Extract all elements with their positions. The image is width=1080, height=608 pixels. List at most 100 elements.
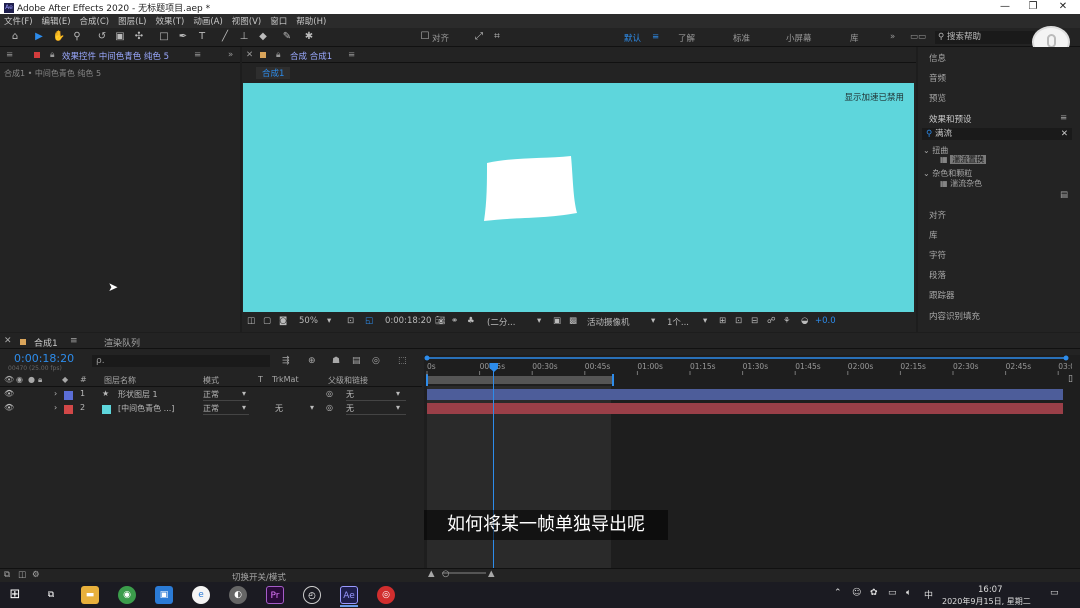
- comp-subtab[interactable]: 合成1: [256, 67, 291, 79]
- view-options-icon[interactable]: ▢: [263, 316, 271, 326]
- app-icon[interactable]: ◐: [229, 586, 247, 604]
- panel-info[interactable]: 信息: [929, 52, 946, 64]
- after-effects-icon[interactable]: Ae: [340, 586, 358, 604]
- task-view-icon[interactable]: ⧉: [42, 586, 60, 604]
- graph-editor-icon[interactable]: ⬚: [398, 356, 407, 366]
- trkmat-arrow-icon[interactable]: ▾: [310, 403, 314, 412]
- parent-arrow-icon[interactable]: ▾: [396, 389, 400, 398]
- clock-app-icon[interactable]: ◴: [303, 586, 321, 604]
- tray-app-icon[interactable]: ✿: [870, 588, 878, 598]
- panel-paragraph[interactable]: 段落: [929, 269, 946, 281]
- zoom-level[interactable]: 50%: [299, 316, 318, 326]
- tree-leaf-turbulent-noise[interactable]: ▦ 湍流杂色: [940, 178, 982, 189]
- layer-color-swatch[interactable]: [64, 391, 73, 400]
- zoom-tool-icon[interactable]: ⚲: [70, 30, 84, 44]
- tab-menu-icon[interactable]: ≡: [194, 50, 201, 60]
- new-preset-icon[interactable]: ▤: [1060, 190, 1068, 200]
- composition-tab[interactable]: 合成 合成1: [290, 50, 332, 62]
- notification-icon[interactable]: ▭: [1050, 588, 1059, 598]
- taskbar-time[interactable]: 16:07: [978, 585, 1003, 595]
- panel-align[interactable]: 对齐: [929, 209, 946, 221]
- workspace-menu-icon[interactable]: ≡: [652, 32, 659, 42]
- expand-arrow-icon[interactable]: ›: [54, 389, 57, 398]
- roto-brush-tool-icon[interactable]: ✎: [280, 30, 294, 44]
- panel-audio[interactable]: 音频: [929, 72, 946, 84]
- motion-blur-icon[interactable]: ◎: [372, 356, 380, 366]
- panel-library[interactable]: 库: [929, 229, 938, 241]
- workspace-standard[interactable]: 标准: [733, 32, 750, 44]
- render-time-icon[interactable]: ⚙: [32, 570, 40, 580]
- align-checkbox-icon[interactable]: ☐: [418, 30, 432, 44]
- puppet-tool-icon[interactable]: ✱: [302, 30, 316, 44]
- layer-switches-icon[interactable]: ⧉: [4, 570, 10, 580]
- timeline-timecode[interactable]: 0:00:18:20: [14, 352, 74, 365]
- layer-bar[interactable]: [427, 403, 1063, 414]
- tray-person-icon[interactable]: ☺: [852, 588, 861, 598]
- rectangle-tool-icon[interactable]: □: [157, 30, 171, 44]
- zoom-slider-knob-icon[interactable]: ○: [442, 569, 449, 579]
- pickwhip-icon[interactable]: ◎: [326, 389, 333, 398]
- clone-stamp-tool-icon[interactable]: ⊥: [237, 30, 251, 44]
- effects-presets-title[interactable]: 效果和预设: [929, 113, 972, 125]
- snapshot-toggle-icon[interactable]: ◫: [247, 316, 255, 326]
- tray-expand-icon[interactable]: ⌃: [834, 588, 842, 598]
- snap-icon[interactable]: ⤢: [472, 30, 486, 44]
- menu-effect[interactable]: 效果(T): [156, 15, 185, 27]
- resolution-dropdown[interactable]: (二分...: [487, 316, 515, 328]
- layer-trkmat[interactable]: 无: [275, 403, 283, 414]
- mode-arrow-icon[interactable]: ▾: [242, 389, 246, 398]
- netease-music-icon[interactable]: ◎: [377, 586, 395, 604]
- brush-tool-icon[interactable]: ╱: [218, 30, 232, 44]
- resolution-arrow-icon[interactable]: ▾: [537, 316, 541, 326]
- lock-icon[interactable]: 🔒︎: [50, 50, 55, 60]
- panel-menu-icon[interactable]: ≡: [6, 50, 13, 60]
- close-button[interactable]: ✕: [1048, 0, 1078, 14]
- clear-search-icon[interactable]: ✕: [1061, 128, 1068, 140]
- windows-start-icon[interactable]: ⊞: [6, 586, 24, 604]
- menu-view[interactable]: 视图(V): [232, 15, 261, 27]
- more-workspaces-icon[interactable]: »: [890, 32, 895, 42]
- layer-bar[interactable]: [427, 389, 1063, 400]
- layer-color-swatch[interactable]: [64, 405, 73, 414]
- layer-row-2[interactable]: 👁︎ › 2 [中间色青色 ...] 正常 ▾ 无 ▾ ◎ 无 ▾: [0, 403, 410, 416]
- comp-flowchart-icon[interactable]: ⇶: [282, 356, 290, 366]
- panel-layout-icon[interactable]: ▭▭: [910, 32, 926, 42]
- type-tool-icon[interactable]: T: [195, 30, 209, 44]
- hand-tool-icon[interactable]: ✋: [52, 30, 66, 44]
- chrome-icon[interactable]: ◉: [118, 586, 136, 604]
- expand-panels-icon[interactable]: »: [228, 50, 233, 60]
- premiere-icon[interactable]: Pr: [266, 586, 284, 604]
- effects-menu-icon[interactable]: ≡: [1060, 113, 1067, 123]
- color-channel-icon[interactable]: ♣: [467, 316, 475, 326]
- effect-controls-tab[interactable]: 效果控件 中间色青色 纯色 5: [62, 50, 169, 62]
- camera-snapshot-icon[interactable]: 📷︎: [435, 316, 446, 326]
- pickwhip-icon[interactable]: ◎: [326, 403, 333, 412]
- flowchart-icon[interactable]: ☍: [767, 316, 776, 326]
- views-arrow-icon[interactable]: ▾: [703, 316, 707, 326]
- transparency-grid-icon[interactable]: ▩: [569, 316, 577, 326]
- panel-character[interactable]: 字符: [929, 249, 946, 261]
- views-dropdown[interactable]: 1个...: [667, 316, 689, 328]
- workspace-learn[interactable]: 了解: [678, 32, 695, 44]
- shy-icon[interactable]: ☗: [332, 356, 340, 366]
- file-explorer-icon[interactable]: ▬: [81, 586, 99, 604]
- menu-animation[interactable]: 动画(A): [193, 15, 222, 27]
- close-tab-icon[interactable]: ✕: [246, 50, 253, 60]
- zoom-dropdown-icon[interactable]: ▾: [327, 316, 331, 326]
- draft-3d-icon[interactable]: ⊕: [308, 356, 316, 366]
- panel-preview[interactable]: 预览: [929, 92, 946, 104]
- workspace-default[interactable]: 默认: [624, 32, 641, 44]
- parent-arrow-icon[interactable]: ▾: [396, 403, 400, 412]
- tray-volume-icon[interactable]: 🔈︎: [906, 588, 911, 598]
- panel-tracker[interactable]: 跟踪器: [929, 289, 955, 301]
- camera-tool-icon[interactable]: ▣: [113, 30, 127, 44]
- frame-blend-icon[interactable]: ▤: [352, 356, 361, 366]
- render-queue-tab[interactable]: 渲染队列: [104, 336, 140, 349]
- expand-arrow-icon[interactable]: ›: [54, 403, 57, 412]
- 3d-icon[interactable]: ⚘: [783, 316, 791, 326]
- timeline-tab[interactable]: 合成1: [34, 336, 58, 349]
- composition-canvas[interactable]: 显示加速已禁用: [243, 83, 914, 312]
- roi-icon[interactable]: ▣: [553, 316, 561, 326]
- ime-indicator[interactable]: 中: [924, 588, 933, 601]
- layer-name[interactable]: [中间色青色 ...]: [118, 403, 174, 414]
